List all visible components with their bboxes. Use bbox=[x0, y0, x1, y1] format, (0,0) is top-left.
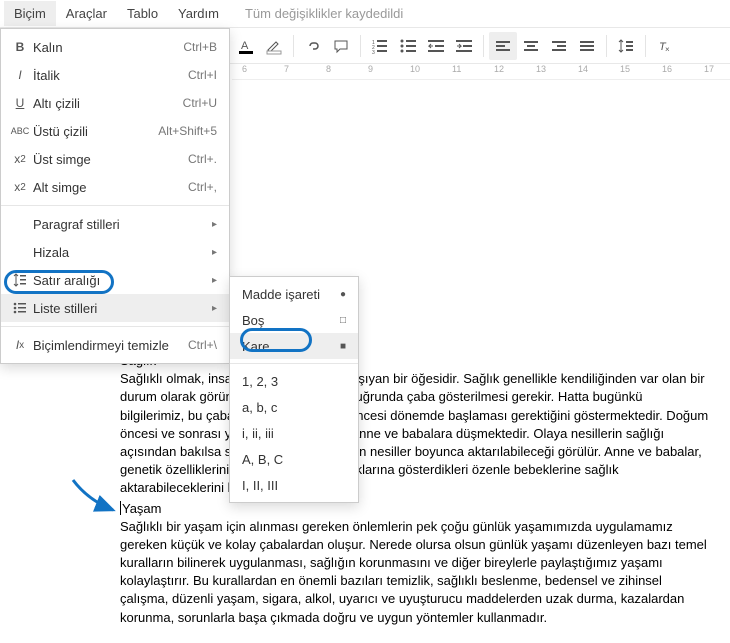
underline-icon: U bbox=[9, 96, 31, 110]
increase-indent-button[interactable] bbox=[450, 32, 478, 60]
insert-comment-button[interactable] bbox=[327, 32, 355, 60]
menu-bar: Biçim Araçlar Tablo Yardım Tüm değişikli… bbox=[0, 0, 730, 28]
menu-item-align[interactable]: Hizala ▸ bbox=[1, 238, 229, 266]
menu-item-list-styles[interactable]: Liste stilleri ▸ bbox=[1, 294, 229, 322]
clear-format-button[interactable]: T× bbox=[651, 32, 679, 60]
chevron-right-icon: ▸ bbox=[212, 275, 217, 286]
align-left-button[interactable] bbox=[489, 32, 517, 60]
list-style-123[interactable]: 1, 2, 3 bbox=[230, 368, 358, 394]
menu-item-superscript[interactable]: x2 Üst simge Ctrl+. bbox=[1, 145, 229, 173]
chevron-right-icon: ▸ bbox=[212, 303, 217, 314]
numbered-list-button[interactable]: 123 bbox=[366, 32, 394, 60]
list-style-abc-upper[interactable]: A, B, C bbox=[230, 446, 358, 472]
text-cursor bbox=[120, 501, 121, 515]
menu-help[interactable]: Yardım bbox=[168, 1, 229, 26]
align-center-button[interactable] bbox=[517, 32, 545, 60]
text-color-button[interactable]: A bbox=[232, 32, 260, 60]
paragraph-saglik: Sağlıklı olmak, insan yaşamı için önem t… bbox=[120, 370, 710, 497]
document-body[interactable]: Sağlık Sağlıklı olmak, insan yaşamı için… bbox=[120, 350, 710, 627]
paragraph-yasam: Sağlıklı bir yaşam için alınması gereken… bbox=[120, 518, 710, 627]
list-style-roman-upper[interactable]: I, II, III bbox=[230, 472, 358, 498]
italic-icon: I bbox=[9, 68, 31, 82]
square-icon: ■ bbox=[340, 341, 346, 352]
heading-yasam: Yaşam bbox=[120, 500, 710, 518]
menu-format[interactable]: Biçim bbox=[4, 1, 56, 26]
menu-item-strike[interactable]: ABC Üstü çizili Alt+Shift+5 bbox=[1, 117, 229, 145]
svg-text:×: × bbox=[665, 45, 670, 54]
format-menu: B Kalın Ctrl+B I İtalik Ctrl+I U Altı çi… bbox=[0, 28, 230, 364]
bullet-icon: ● bbox=[340, 289, 346, 300]
decrease-indent-button[interactable] bbox=[422, 32, 450, 60]
menu-item-paragraph-styles[interactable]: Paragraf stilleri ▸ bbox=[1, 210, 229, 238]
insert-link-button[interactable] bbox=[299, 32, 327, 60]
ruler: 67891011121314151617 bbox=[232, 64, 730, 80]
menu-item-bold[interactable]: B Kalın Ctrl+B bbox=[1, 33, 229, 61]
menu-item-line-spacing[interactable]: Satır aralığı ▸ bbox=[1, 266, 229, 294]
line-spacing-button[interactable] bbox=[612, 32, 640, 60]
menu-tools[interactable]: Araçlar bbox=[56, 1, 117, 26]
highlight-color-button[interactable] bbox=[260, 32, 288, 60]
menu-item-subscript[interactable]: x2 Alt simge Ctrl+, bbox=[1, 173, 229, 201]
save-status: Tüm değişiklikler kaydedildi bbox=[229, 6, 403, 21]
svg-text:A: A bbox=[241, 40, 249, 52]
chevron-right-icon: ▸ bbox=[212, 247, 217, 258]
line-spacing-icon bbox=[9, 273, 31, 287]
annotation-arrow bbox=[68, 475, 128, 525]
superscript-icon: x2 bbox=[9, 152, 31, 166]
menu-item-italic[interactable]: I İtalik Ctrl+I bbox=[1, 61, 229, 89]
list-style-abc[interactable]: a, b, c bbox=[230, 394, 358, 420]
list-style-roman-lower[interactable]: i, ii, iii bbox=[230, 420, 358, 446]
empty-square-icon: □ bbox=[340, 315, 346, 326]
strike-icon: ABC bbox=[9, 126, 31, 136]
menu-item-clear-formatting[interactable]: Ix Biçimlendirmeyi temizle Ctrl+\ bbox=[1, 331, 229, 359]
bulleted-list-button[interactable] bbox=[394, 32, 422, 60]
list-styles-submenu: Madde işareti ● Boş □ Kare ■ 1, 2, 3 a, … bbox=[229, 276, 359, 503]
list-style-square[interactable]: Kare ■ bbox=[230, 333, 358, 359]
bold-icon: B bbox=[9, 40, 31, 54]
menu-table[interactable]: Tablo bbox=[117, 1, 168, 26]
align-right-button[interactable] bbox=[545, 32, 573, 60]
chevron-right-icon: ▸ bbox=[212, 219, 217, 230]
list-style-empty[interactable]: Boş □ bbox=[230, 307, 358, 333]
svg-text:3: 3 bbox=[372, 50, 375, 54]
clear-format-icon: Ix bbox=[9, 338, 31, 352]
subscript-icon: x2 bbox=[9, 180, 31, 194]
list-style-bullet[interactable]: Madde işareti ● bbox=[230, 281, 358, 307]
menu-item-underline[interactable]: U Altı çizili Ctrl+U bbox=[1, 89, 229, 117]
list-icon bbox=[9, 301, 31, 315]
align-justify-button[interactable] bbox=[573, 32, 601, 60]
